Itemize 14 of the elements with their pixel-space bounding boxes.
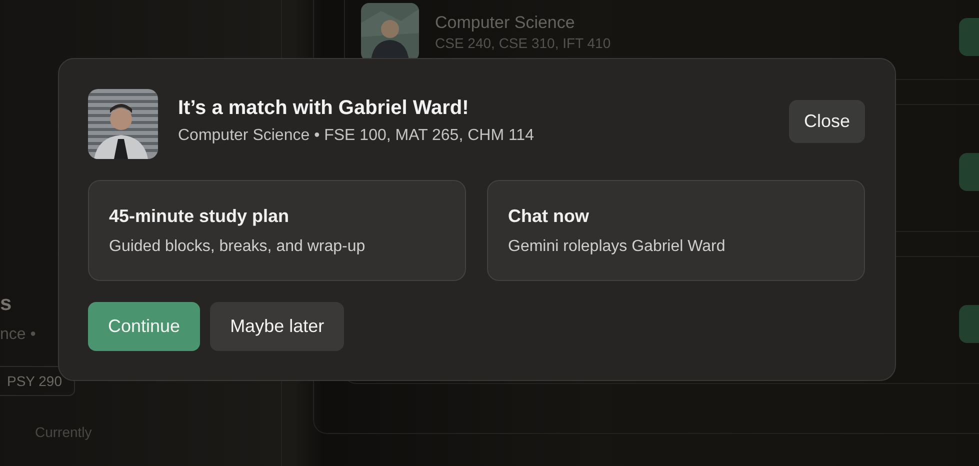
option-card[interactable]: Chat now Gemini roleplays Gabriel Ward [487,180,865,281]
profile-name: s [0,291,13,317]
match-courses: CSE 240, CSE 310, IFT 410 [435,35,611,51]
option-card[interactable]: 45-minute study plan Guided blocks, breaks, and wrap-up [88,180,466,281]
dialog-title: It’s a match with Gabriel Ward! [178,96,470,121]
option-title: 45-minute study plan [109,205,290,228]
close-button[interactable]: Close [788,100,865,143]
profile-subtitle: nce • [0,325,36,345]
match-major: Computer Science [435,13,575,32]
option-description: Guided blocks, breaks, and wrap-up [109,237,366,257]
option-title: Chat now [508,205,590,228]
later-button[interactable]: Maybe later [210,302,344,351]
option-description: Gemini roleplays Gabriel Ward [508,237,726,257]
dialog-subtitle: Computer Science • FSE 100, MAT 265, CHM 114 [178,126,535,146]
